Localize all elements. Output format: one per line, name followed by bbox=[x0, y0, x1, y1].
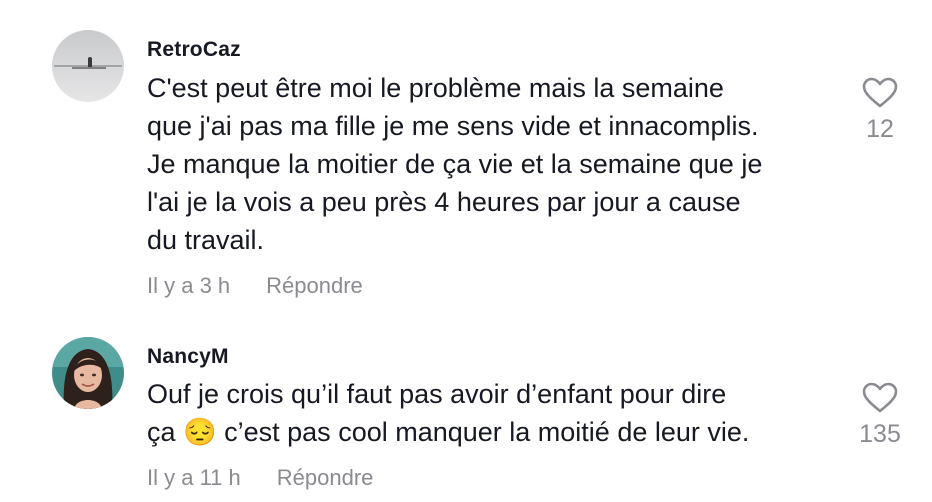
like-control: 135 bbox=[838, 382, 922, 449]
like-count: 135 bbox=[859, 420, 901, 448]
timestamp: Il y a 11 h bbox=[147, 465, 241, 490]
avatar-image bbox=[52, 337, 124, 409]
username[interactable]: RetroCaz bbox=[147, 38, 241, 62]
reply-button[interactable]: Répondre bbox=[266, 273, 363, 299]
heart-outline-icon[interactable] bbox=[862, 77, 898, 109]
comment-item: NancyM Ouf je crois qu’il faut pas avoir… bbox=[0, 318, 932, 502]
comment-meta: Il y a 3 h Répondre bbox=[147, 273, 363, 299]
avatar-image bbox=[52, 30, 124, 102]
timestamp: Il y a 3 h bbox=[147, 273, 231, 298]
reply-button[interactable]: Répondre bbox=[277, 465, 374, 491]
comment-meta: Il y a 11 h Répondre bbox=[147, 465, 373, 491]
comment-text: C'est peut être moi le problème mais la … bbox=[147, 73, 763, 255]
like-count: 12 bbox=[866, 115, 894, 143]
comment-item: RetroCaz C'est peut être moi le problème… bbox=[0, 0, 932, 318]
like-control: 12 bbox=[838, 77, 922, 144]
username[interactable]: NancyM bbox=[147, 345, 229, 369]
comment-text: Ouf je crois qu’il faut pas avoir d’enfa… bbox=[147, 379, 750, 447]
avatar[interactable] bbox=[52, 30, 124, 102]
heart-outline-icon[interactable] bbox=[862, 382, 898, 414]
avatar[interactable] bbox=[52, 337, 124, 409]
